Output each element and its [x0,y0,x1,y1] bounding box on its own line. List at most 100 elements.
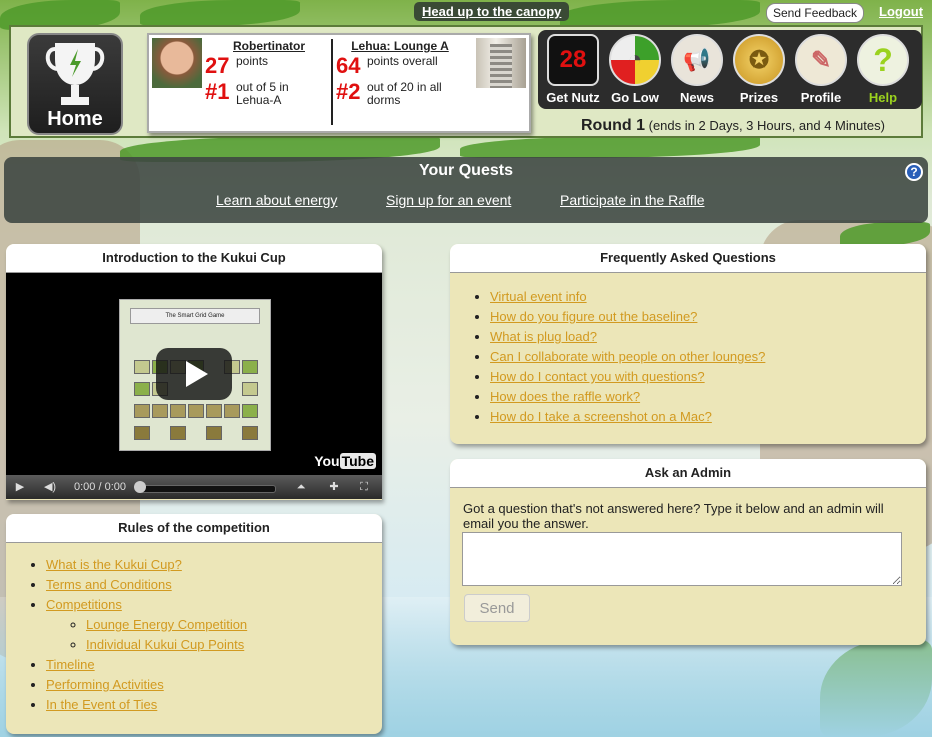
grid-cell [188,404,204,418]
list-item: Can I collaborate with people on other l… [490,347,926,367]
lounge-name-link[interactable]: Lehua: Lounge A [336,39,464,53]
rules-link[interactable]: Performing Activities [46,677,164,692]
notepad-icon: ✎ [795,34,847,86]
rules-link[interactable]: Lounge Energy Competition [86,617,247,632]
list-item: Lounge Energy Competition [86,615,382,635]
youtube-logo[interactable]: You Tube [314,453,376,469]
send-button[interactable]: Send [464,594,530,622]
nav-label: Profile [800,90,842,105]
quests-bar: Your Quests Learn about energy Sign up f… [4,157,928,223]
grid-cell [134,360,150,374]
main-nav: 28 Get Nutz ◔ Go Low 📢 News ✪ Prizes ✎ P… [538,30,922,109]
quality-icon[interactable]: ⏶ [288,475,314,499]
rules-list: What is the Kukui Cup? Terms and Conditi… [6,555,382,715]
grid-cell [242,360,258,374]
rules-link[interactable]: Competitions [46,597,122,612]
rules-link[interactable]: Individual Kukui Cup Points [86,637,244,652]
faq-list: Virtual event info How do you figure out… [450,287,926,427]
quest-sign-up-event[interactable]: Sign up for an event [386,192,511,208]
rules-title: Rules of the competition [6,514,382,543]
nav-help[interactable]: ? Help [854,34,912,106]
ask-admin-instructions: Got a question that's not answered here?… [463,501,884,531]
nav-label: Help [868,90,898,105]
home-label: Home [47,108,103,130]
faq-link[interactable]: Virtual event info [490,289,587,304]
grid-cell [170,426,186,440]
send-feedback-button[interactable]: Send Feedback [766,3,865,23]
list-item: Terms and Conditions [46,575,382,595]
grid-cell [152,404,168,418]
nav-news[interactable]: 📢 News [668,34,726,106]
lounge-rank-label: out of 20 in all dorms [367,80,442,107]
grid-cell [224,404,240,418]
ask-admin-widget: Ask an Admin Got a question that's not a… [450,459,926,645]
round-ends: (ends in 2 Days, 3 Hours, and 4 Minutes) [648,118,885,133]
grid-cell [242,426,258,440]
video-controls: ▶ ◀) 0:00 / 0:00 ⏶ ✚ ⛶ [6,475,382,499]
canopy-link[interactable]: Head up to the canopy [414,2,570,21]
nav-get-nutz[interactable]: 28 Get Nutz [544,34,602,106]
seek-bar[interactable] [140,485,276,493]
play-control-icon[interactable]: ▶ [6,475,34,499]
list-item: Performing Activities [46,675,382,695]
seek-handle[interactable] [134,481,146,493]
rules-sublist: Lounge Energy Competition Individual Kuk… [46,615,382,655]
rules-link[interactable]: Timeline [46,657,95,672]
question-textarea[interactable] [462,532,902,586]
gauge-icon: ◔ [609,34,661,86]
grid-cell [206,426,222,440]
quest-learn-energy[interactable]: Learn about energy [216,192,337,208]
video-player[interactable]: The Smart Grid Game You Tube ▶ ◀) 0:00 / … [6,273,382,499]
nav-profile[interactable]: ✎ Profile [792,34,850,106]
quests-help-icon[interactable]: ? [905,163,923,181]
time-display: 0:00 / 0:00 [74,481,126,493]
volume-icon[interactable]: ◀) [36,475,64,499]
faq-link[interactable]: How do I contact you with questions? [490,369,705,384]
nav-label: Go Low [611,90,659,105]
logout-link[interactable]: Logout [879,4,923,19]
nav-label: News [680,90,714,105]
list-item: Timeline [46,655,382,675]
rules-link[interactable]: Terms and Conditions [46,577,172,592]
lounge-points-label: points overall [367,54,438,68]
grid-cell [206,404,222,418]
user-stats: Robertinator 27 points #1 out of 5 in Le… [205,39,333,107]
home-button[interactable]: Home [27,33,123,135]
counter-icon: 28 [547,34,599,86]
trophy-icon [45,43,105,105]
question-icon: ? [857,34,909,86]
user-rank: #1 [205,79,230,104]
faq-link[interactable]: How do you figure out the baseline? [490,309,697,324]
faq-link[interactable]: Can I collaborate with people on other l… [490,349,765,364]
rules-link[interactable]: What is the Kukui Cup? [46,557,182,572]
grid-cell [242,382,258,396]
list-item: In the Event of Ties [46,695,382,715]
play-icon[interactable] [156,348,232,400]
list-item: How do I contact you with questions? [490,367,926,387]
user-name-link[interactable]: Robertinator [205,39,333,53]
faq-widget: Frequently Asked Questions Virtual event… [450,244,926,444]
list-item: Virtual event info [490,287,926,307]
grid-cell [134,404,150,418]
grid-cell [134,382,150,396]
rules-widget: Rules of the competition What is the Kuk… [6,514,382,734]
quest-raffle[interactable]: Participate in the Raffle [560,192,705,208]
rules-link[interactable]: In the Event of Ties [46,697,157,712]
dorm-image [476,38,526,88]
header-bar: Home Robertinator 27 points #1 out of 5 … [9,25,923,138]
leaf-decoration [140,0,300,26]
avatar[interactable] [152,38,202,88]
quests-title: Your Quests [419,162,513,179]
nav-go-low[interactable]: ◔ Go Low [606,34,664,106]
round-label: Round 1 [581,117,645,134]
nav-prizes[interactable]: ✪ Prizes [730,34,788,106]
medal-icon: ✪ [733,34,785,86]
grid-cell [242,404,258,418]
faq-link[interactable]: What is plug load? [490,329,597,344]
nav-label: Get Nutz [546,90,600,105]
fullscreen-icon[interactable]: ⛶ [352,475,376,499]
intro-title: Introduction to the Kukui Cup [6,244,382,273]
faq-link[interactable]: How does the raffle work? [490,389,640,404]
expand-icon[interactable]: ✚ [322,475,346,499]
faq-link[interactable]: How do I take a screenshot on a Mac? [490,409,712,424]
